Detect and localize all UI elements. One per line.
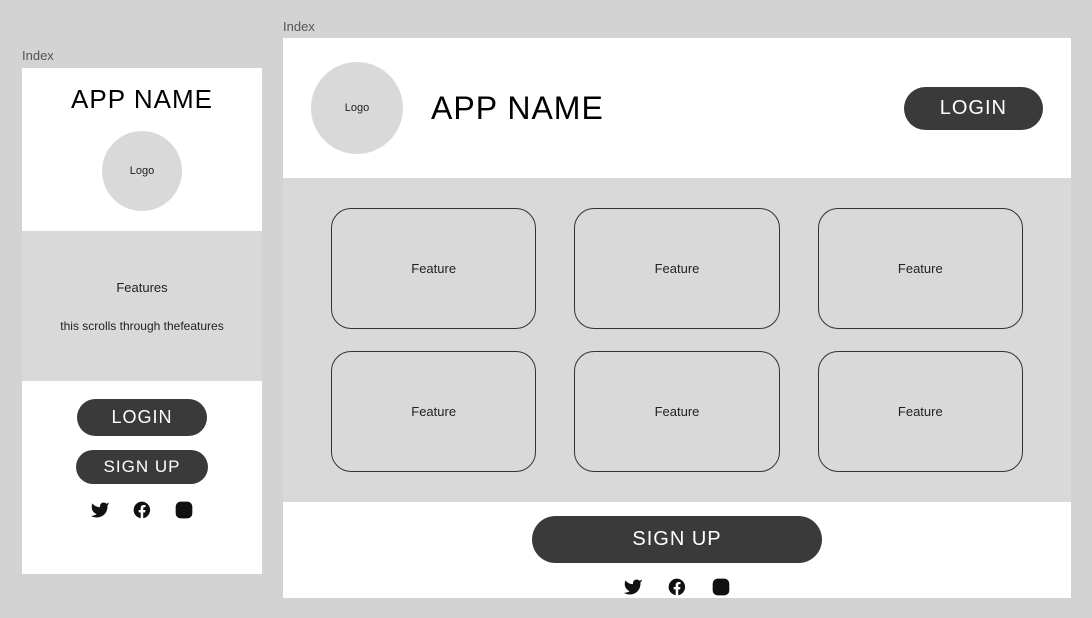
facebook-icon[interactable] bbox=[132, 500, 152, 520]
feature-card[interactable]: Feature bbox=[818, 208, 1023, 329]
feature-card[interactable]: Feature bbox=[574, 351, 779, 472]
feature-label: Feature bbox=[411, 404, 456, 419]
logo-placeholder: Logo bbox=[102, 131, 182, 211]
twitter-icon[interactable] bbox=[90, 500, 110, 520]
instagram-icon[interactable] bbox=[711, 577, 731, 597]
logo-placeholder: Logo bbox=[311, 62, 403, 154]
feature-card[interactable]: Feature bbox=[574, 208, 779, 329]
desktop-frame-label: Index bbox=[283, 19, 315, 34]
mobile-features-section: Features this scrolls through thefeature… bbox=[22, 231, 262, 381]
mobile-actions: LOGIN SIGN UP bbox=[22, 381, 262, 574]
feature-label: Feature bbox=[898, 404, 943, 419]
desktop-frame: Logo APP NAME LOGIN Feature Feature Feat… bbox=[283, 38, 1071, 598]
feature-card[interactable]: Feature bbox=[331, 351, 536, 472]
twitter-icon[interactable] bbox=[623, 577, 643, 597]
feature-label: Feature bbox=[655, 261, 700, 276]
feature-label: Feature bbox=[411, 261, 456, 276]
features-description: this scrolls through thefeatures bbox=[60, 319, 223, 333]
features-heading: Features bbox=[116, 280, 167, 295]
desktop-footer: SIGN UP bbox=[283, 502, 1071, 598]
logo-label: Logo bbox=[130, 165, 154, 177]
facebook-icon[interactable] bbox=[667, 577, 687, 597]
login-button[interactable]: LOGIN bbox=[904, 87, 1043, 130]
mobile-social-links bbox=[90, 500, 194, 520]
signup-button[interactable]: SIGN UP bbox=[76, 450, 209, 484]
logo-label: Logo bbox=[345, 102, 369, 114]
signup-button[interactable]: SIGN UP bbox=[532, 516, 821, 563]
feature-label: Feature bbox=[655, 404, 700, 419]
mobile-frame: APP NAME Logo Features this scrolls thro… bbox=[22, 68, 262, 574]
mobile-header: APP NAME Logo bbox=[22, 68, 262, 231]
desktop-features-grid: Feature Feature Feature Feature Feature … bbox=[283, 178, 1071, 502]
instagram-icon[interactable] bbox=[174, 500, 194, 520]
login-button[interactable]: LOGIN bbox=[77, 399, 206, 436]
app-title: APP NAME bbox=[431, 90, 876, 127]
mobile-frame-label: Index bbox=[22, 48, 54, 63]
feature-label: Feature bbox=[898, 261, 943, 276]
feature-card[interactable]: Feature bbox=[818, 351, 1023, 472]
desktop-header: Logo APP NAME LOGIN bbox=[283, 38, 1071, 178]
app-title: APP NAME bbox=[32, 84, 252, 115]
desktop-social-links bbox=[623, 577, 731, 597]
feature-card[interactable]: Feature bbox=[331, 208, 536, 329]
